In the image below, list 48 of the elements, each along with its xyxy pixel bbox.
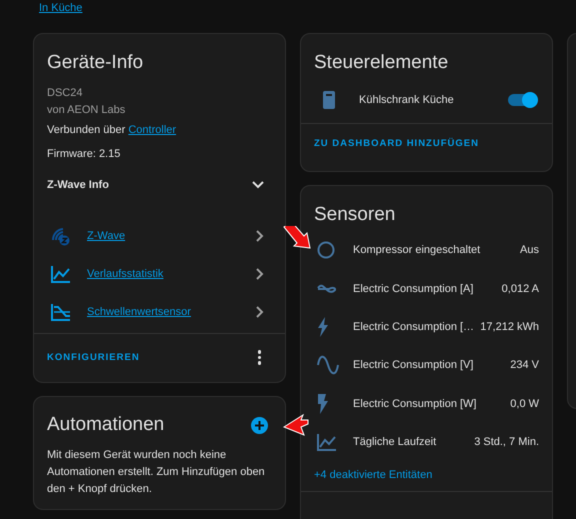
entity-name: Kühlschrank Küche bbox=[359, 94, 454, 106]
sensor-value: 0,0 W bbox=[510, 398, 539, 410]
sensor-name: Electric Consumption [… bbox=[353, 320, 474, 333]
sine-wave-icon bbox=[317, 355, 339, 376]
add-to-dashboard-button[interactable]: ZU DASHBOARD HINZUFÜGEN bbox=[307, 132, 486, 154]
toggle-switch[interactable] bbox=[508, 94, 536, 106]
sensor-value: 17,212 kWh bbox=[480, 320, 539, 333]
line-chart-icon bbox=[317, 433, 337, 452]
current-wave-icon bbox=[317, 284, 337, 294]
device-manufacturer: von AEON Labs bbox=[46, 103, 126, 118]
line-chart-icon bbox=[51, 265, 71, 283]
card-title: Geräte-Info bbox=[46, 51, 144, 75]
area-link[interactable]: In Küche bbox=[39, 0, 82, 16]
card-title: Steuerelemente bbox=[313, 51, 450, 75]
add-icon[interactable] bbox=[251, 417, 268, 434]
card-title: Automationen bbox=[46, 413, 166, 437]
annotation-arrow-icon bbox=[283, 414, 309, 436]
sensor-name: Tägliche Laufzeit bbox=[353, 436, 436, 448]
sensor-name: Electric Consumption [V] bbox=[353, 359, 474, 372]
chevron-right-icon bbox=[256, 306, 264, 318]
lightning-bolt-icon bbox=[317, 394, 329, 414]
device-model: DSC24 bbox=[46, 86, 84, 101]
chevron-down-icon[interactable] bbox=[252, 181, 264, 189]
integration-link[interactable]: Schwellenwertsensor bbox=[87, 306, 191, 318]
sensor-value: 234 V bbox=[510, 359, 539, 372]
chevron-right-icon bbox=[256, 230, 264, 242]
configure-button[interactable]: KONFIGURIEREN bbox=[40, 346, 147, 369]
sensor-value: 0,012 A bbox=[502, 282, 539, 295]
controller-link[interactable]: Controller bbox=[128, 124, 176, 136]
sensor-value: 3 Std., 7 Min. bbox=[474, 436, 539, 448]
firmware-text: Firmware: 2.15 bbox=[46, 147, 122, 162]
zwave-info-toggle[interactable]: Z-Wave Info bbox=[47, 179, 109, 191]
empty-message: Mit diesem Gerät wurden noch keine Automationen erstellt. Zum Hinzufügen oben den + Knopf drücken. bbox=[46, 448, 266, 497]
connection-text: Verbunden über Controller bbox=[46, 123, 178, 138]
sensor-name: Kompressor eingeschaltet bbox=[353, 244, 480, 256]
integration-link[interactable]: Z-Wave bbox=[87, 230, 126, 242]
integration-link[interactable]: Verlaufsstatistik bbox=[87, 268, 164, 280]
sensor-name: Electric Consumption [W] bbox=[353, 398, 476, 410]
annotation-arrow-icon bbox=[283, 226, 311, 250]
wireless-z-icon bbox=[51, 226, 71, 246]
chevron-right-icon bbox=[256, 268, 264, 280]
sensor-value: Aus bbox=[520, 244, 539, 256]
circle-icon bbox=[317, 241, 335, 260]
lightning-bolt-icon bbox=[317, 316, 329, 337]
fridge-icon bbox=[323, 91, 335, 109]
card-title: Sensoren bbox=[313, 203, 396, 227]
sensor-name: Electric Consumption [A] bbox=[353, 282, 474, 295]
threshold-chart-icon bbox=[51, 303, 71, 321]
